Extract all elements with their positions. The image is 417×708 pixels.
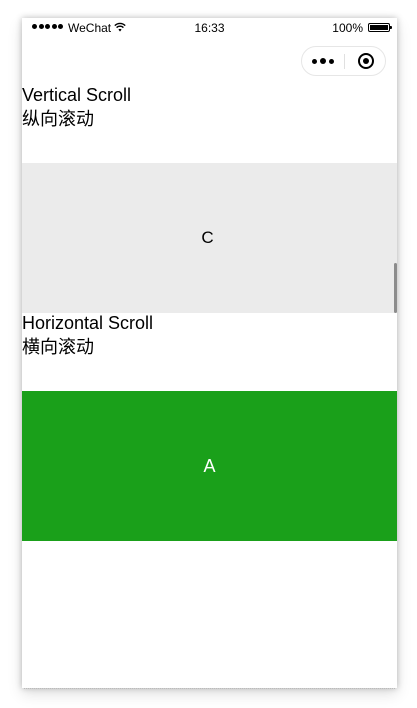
horizontal-scroll-view[interactable]: A xyxy=(22,391,397,541)
page-bottom-edge xyxy=(24,688,395,691)
vertical-scrollbar[interactable] xyxy=(394,263,397,313)
phone-frame: WeChat 16:33 100% Vertical Scroll 纵向滚动 C xyxy=(22,18,397,688)
vertical-scroll-subtitle: 纵向滚动 xyxy=(22,109,94,130)
scroll-item-a: A xyxy=(203,455,216,476)
battery-icon xyxy=(368,23,392,32)
vertical-scroll-view[interactable]: C xyxy=(22,163,397,313)
mini-program-capsule xyxy=(301,46,386,76)
more-dots-icon[interactable] xyxy=(302,47,344,75)
target-close-icon xyxy=(357,53,374,69)
close-target-button[interactable] xyxy=(345,47,386,75)
horizontal-scroll-title: Horizontal Scroll xyxy=(22,313,154,333)
status-bar: WeChat 16:33 100% xyxy=(22,18,397,38)
horizontal-scroll-subtitle: 横向滚动 xyxy=(22,337,94,358)
vertical-scroll-title: Vertical Scroll xyxy=(22,85,132,105)
battery-percent: 100% xyxy=(332,21,363,35)
scroll-item-c: C xyxy=(201,228,214,247)
